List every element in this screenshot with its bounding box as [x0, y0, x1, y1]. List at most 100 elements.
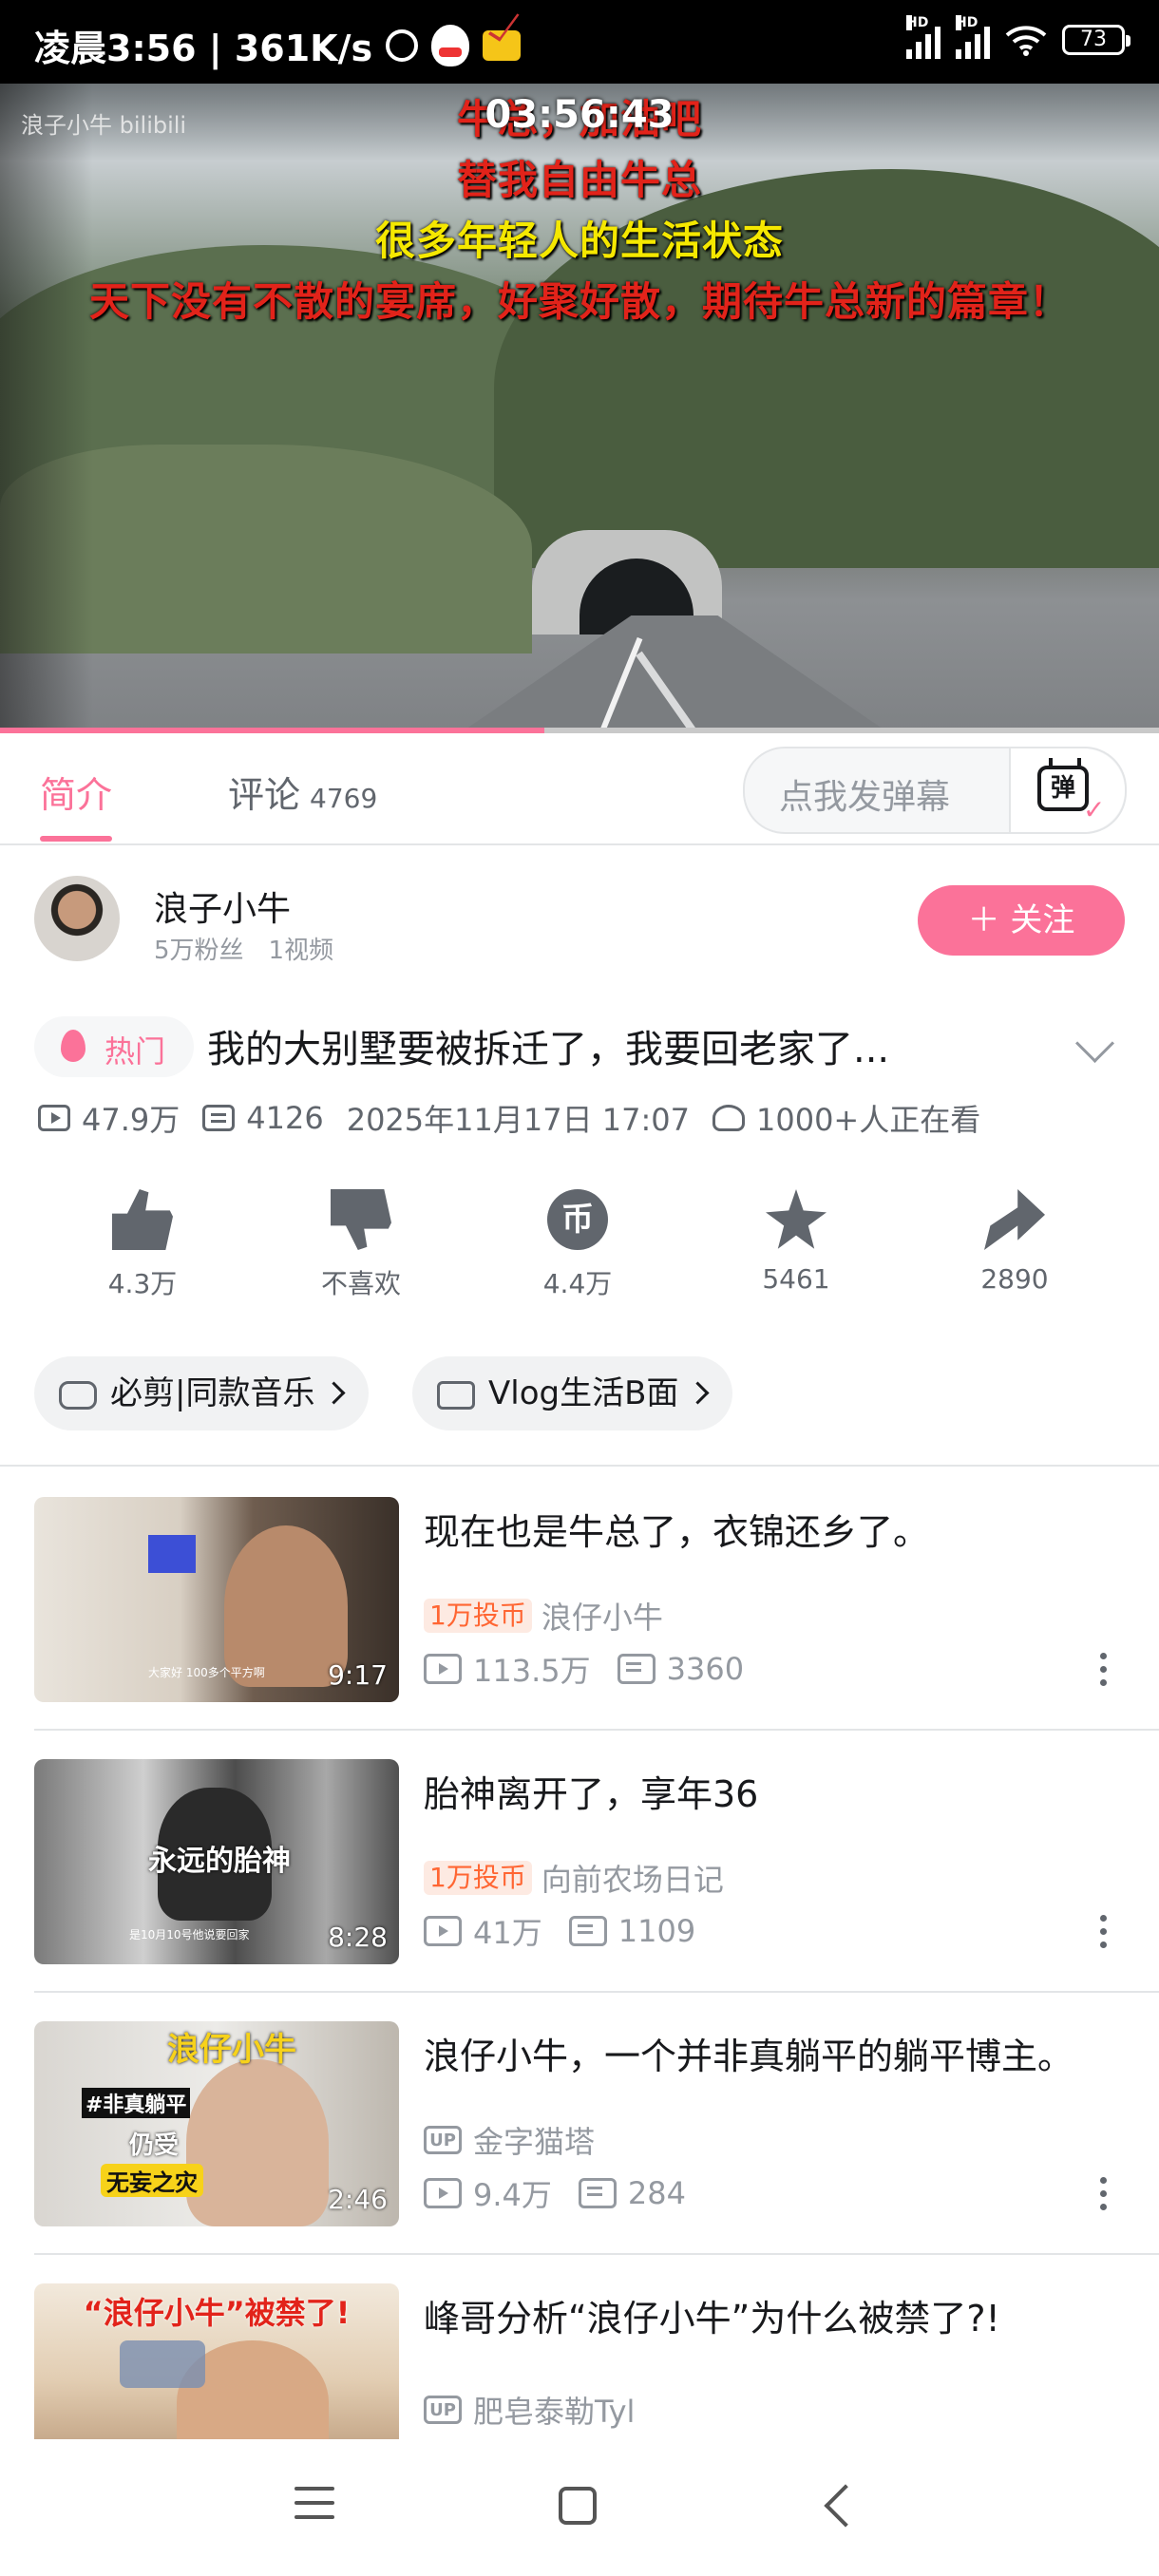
rec-author: 向前农场日记	[541, 1862, 724, 1898]
chevron-right-icon	[686, 1381, 710, 1405]
uploader-avatar[interactable]	[34, 876, 120, 961]
thumb-subcaption: 是10月10号他说要回家	[129, 1928, 250, 1941]
thumb-up-icon	[112, 1189, 173, 1250]
video-thumbnail[interactable]: 大家好 100多个平方啊 9:17	[34, 1497, 399, 1702]
system-nav-bar	[0, 2439, 1159, 2576]
danmu-settings-button[interactable]: 弹 ✓	[1009, 748, 1125, 832]
video-duration: 8:28	[328, 1922, 388, 1953]
star-icon	[766, 1189, 826, 1249]
thumb-overlay	[120, 2340, 205, 2388]
play-count-icon	[424, 1654, 462, 1684]
rec-title: 浪仔小牛，一个并非真躺平的躺平博主。	[424, 2036, 1074, 2077]
home-icon[interactable]	[559, 2487, 597, 2525]
divider	[0, 1465, 1159, 1467]
people-icon	[712, 1105, 745, 1131]
menu-icon[interactable]	[294, 2487, 334, 2519]
play-count-icon	[424, 1916, 462, 1946]
coin-badge: 1万投币	[424, 1599, 532, 1633]
video-thumbnail[interactable]: 浪仔小牛 #非真躺平 仍受 无妄之灾 2:46	[34, 2021, 399, 2226]
subtitle-line: 天下没有不散的宴席，好聚好散，期待牛总新的篇章！	[88, 278, 1070, 325]
battery-icon: 73	[1062, 25, 1130, 55]
danmu-input[interactable]: 点我发弹幕	[779, 769, 950, 819]
tag-vlog[interactable]: Vlog生活B面	[412, 1356, 733, 1430]
tag-vlog-label: Vlog生活B面	[488, 1374, 679, 1412]
rec-author-row: 1万投币 浪仔小牛	[424, 1594, 663, 1638]
video-thumbnail[interactable]: 永远的胎神 是10月10号他说要回家 8:28	[34, 1759, 399, 1964]
tag-music-label: 必剪|同款音乐	[110, 1374, 315, 1412]
subtitle-line: 很多年轻人的生活状态	[374, 218, 784, 264]
danmaku-icon	[578, 2178, 617, 2208]
favorite-button[interactable]: 5461	[711, 1189, 882, 1295]
share-button[interactable]: 2890	[929, 1189, 1100, 1295]
music-icon	[59, 1380, 97, 1410]
rec-views: 9.4万	[473, 2177, 552, 2213]
tab-comments-count: 4769	[310, 783, 378, 814]
thumb-caption: 永远的胎神	[148, 1845, 291, 1878]
rec-danmaku: 3360	[666, 1651, 745, 1687]
follow-button[interactable]: ＋ 关注	[918, 885, 1125, 956]
coin-button[interactable]: 币 4.4万	[492, 1189, 663, 1301]
danmaku-icon	[202, 1105, 236, 1131]
thumb-person	[186, 2059, 329, 2226]
more-icon[interactable]	[1100, 1915, 1108, 1949]
rec-views: 41万	[473, 1915, 542, 1951]
publish-date: 2025年11月17日 17:07	[346, 1102, 690, 1138]
list-item[interactable]: 大家好 100多个平方啊 9:17 现在也是牛总了，衣锦还乡了。 1万投币 浪仔…	[0, 1468, 1159, 1731]
view-count: 47.9万	[82, 1102, 180, 1138]
up-badge-icon: UP	[424, 2126, 462, 2154]
status-time: 凌晨3:56 | 361K/s	[34, 28, 373, 69]
signal-icon: HD	[906, 15, 940, 59]
status-right: HD HD 73	[906, 15, 1130, 59]
tab-active-indicator	[40, 836, 112, 842]
dislike-label: 不喜欢	[320, 1268, 401, 1299]
video-player[interactable]: 浪子小牛 bilibili 牛总，加油吧 03:56:43 替我自由牛总 很多年…	[0, 84, 1159, 729]
alarm-icon	[386, 28, 419, 62]
thumb-caption: 浪仔小牛	[167, 2031, 296, 2069]
tag-music[interactable]: 必剪|同款音乐	[34, 1356, 370, 1430]
tab-comments[interactable]: 评论 4769	[228, 766, 377, 818]
status-left: 凌晨3:56 | 361K/s	[34, 19, 522, 71]
status-bar: 凌晨3:56 | 361K/s HD HD 73	[0, 0, 1159, 84]
watching-count: 1000+人正在看	[755, 1102, 981, 1138]
video-duration: 2:46	[328, 2184, 388, 2215]
hashtag-icon	[437, 1380, 475, 1410]
up-badge-icon: UP	[424, 2396, 462, 2424]
video-timecode: 03:56:43	[484, 93, 674, 137]
like-button[interactable]: 4.3万	[57, 1189, 228, 1301]
list-item[interactable]: “浪仔小牛”被禁了! 峰哥分析“浪仔小牛”为什么被禁了?! UP 肥皂泰勒Tyl	[0, 2255, 1159, 2439]
coin-count: 4.4万	[542, 1268, 613, 1299]
thumb-down-icon	[331, 1189, 391, 1250]
check-icon: ✓	[1083, 794, 1106, 825]
dislike-button[interactable]: 不喜欢	[276, 1189, 446, 1301]
chevron-down-icon[interactable]	[1074, 1023, 1115, 1064]
rec-author-row: UP 金字猫塔	[424, 2118, 595, 2162]
video-thumbnail[interactable]: “浪仔小牛”被禁了!	[34, 2283, 399, 2439]
list-item[interactable]: 浪仔小牛 #非真躺平 仍受 无妄之灾 2:46 浪仔小牛，一个并非真躺平的躺平博…	[0, 1993, 1159, 2255]
uploader-name[interactable]: 浪子小牛	[154, 881, 291, 931]
favorite-count: 5461	[762, 1263, 830, 1295]
rec-title: 峰哥分析“浪仔小牛”为什么被禁了?!	[424, 2298, 1000, 2339]
more-icon[interactable]	[1100, 2177, 1108, 2211]
play-count-icon	[424, 2178, 462, 2208]
video-duration: 9:17	[328, 1659, 388, 1691]
rec-danmaku: 1109	[618, 1913, 696, 1949]
coin-badge: 1万投币	[424, 1861, 532, 1895]
tab-comments-label: 评论	[228, 774, 301, 816]
rec-author: 浪仔小牛	[541, 1600, 663, 1636]
video-stats: 47.9万 4126 2025年11月17日 17:07 1000+人正在看	[38, 1096, 980, 1140]
thumb-object	[148, 1535, 196, 1573]
list-item[interactable]: 永远的胎神 是10月10号他说要回家 8:28 胎神离开了，享年36 1万投币 …	[0, 1731, 1159, 1993]
danmaku-icon	[568, 1916, 607, 1946]
danmaku-icon	[617, 1654, 656, 1684]
back-icon[interactable]	[824, 2484, 867, 2528]
rec-stats: 113.5万 3360	[424, 1647, 744, 1691]
coin-icon: 币	[547, 1189, 608, 1250]
tab-intro[interactable]: 简介	[40, 766, 112, 818]
danmu-icon: 弹	[1037, 766, 1089, 811]
thumb-tag: 仍受	[129, 2131, 180, 2160]
more-icon[interactable]	[1100, 1653, 1108, 1687]
hot-badge[interactable]: 热门	[34, 1016, 194, 1077]
chevron-right-icon	[322, 1381, 346, 1405]
share-count: 2890	[980, 1263, 1049, 1295]
danmu-input-box[interactable]: 点我发弹幕 弹 ✓	[743, 747, 1127, 834]
